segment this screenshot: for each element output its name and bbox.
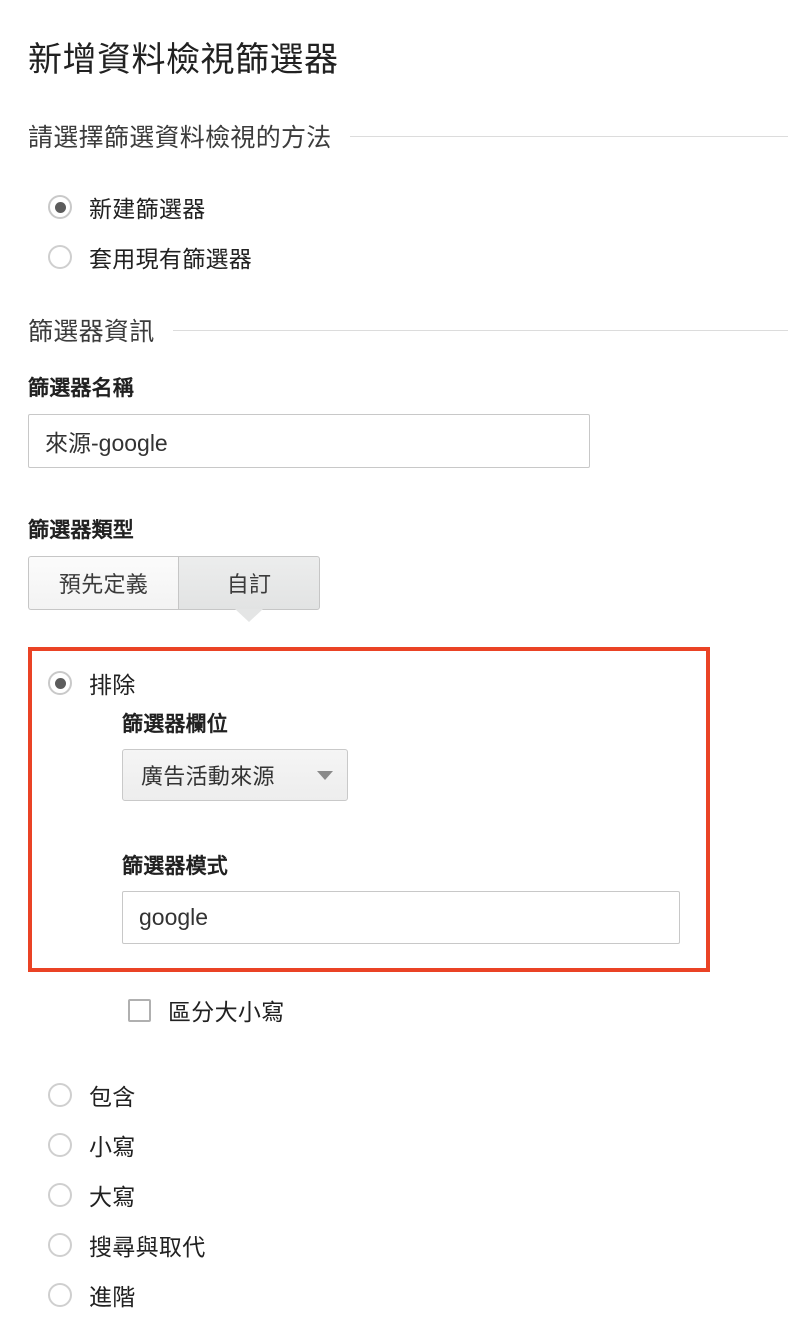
tab-custom-label: 自訂 <box>226 572 272 597</box>
filter-type-label: 篩選器類型 <box>28 519 134 542</box>
radio-option-search-and-replace[interactable]: 搜尋與取代 <box>48 1228 206 1262</box>
radio-icon-unselected[interactable] <box>48 245 72 269</box>
radio-icon-unselected[interactable] <box>48 1183 72 1207</box>
radio-option-lowercase-label: 小寫 <box>89 1134 136 1160</box>
add-view-filter-page: 新增資料檢視篩選器 請選擇篩選資料檢視的方法 新建篩選器 套用現有篩選器 篩選器… <box>0 0 788 1324</box>
case-sensitive-checkbox-row[interactable]: 區分大小寫 <box>128 993 285 1027</box>
radio-option-exclude-label: 排除 <box>89 672 136 698</box>
filter-name-input[interactable] <box>28 414 590 468</box>
filter-field-label: 篩選器欄位 <box>122 713 228 736</box>
radio-option-uppercase[interactable]: 大寫 <box>48 1178 136 1212</box>
section-header-method: 請選擇篩選資料檢視的方法 <box>28 118 788 154</box>
radio-option-lowercase[interactable]: 小寫 <box>48 1128 136 1162</box>
tab-custom[interactable]: 自訂 <box>178 556 320 622</box>
section-header-method-label: 請選擇篩選資料檢視的方法 <box>28 124 332 152</box>
tab-predefined[interactable]: 預先定義 <box>28 556 178 610</box>
radio-option-exclude[interactable]: 排除 <box>48 666 136 700</box>
radio-option-new-filter[interactable]: 新建篩選器 <box>48 190 206 224</box>
case-sensitive-label: 區分大小寫 <box>168 999 285 1025</box>
tab-predefined-label: 預先定義 <box>58 572 149 597</box>
radio-icon-unselected[interactable] <box>48 1083 72 1107</box>
radio-option-include[interactable]: 包含 <box>48 1078 136 1112</box>
radio-option-existing-filter[interactable]: 套用現有篩選器 <box>48 240 252 274</box>
filter-field-dropdown-value: 廣告活動來源 <box>141 764 275 789</box>
radio-icon-unselected[interactable] <box>48 1233 72 1257</box>
radio-option-advanced-label: 進階 <box>89 1284 136 1310</box>
checkbox-icon-unchecked[interactable] <box>128 998 151 1022</box>
radio-option-search-and-replace-label: 搜尋與取代 <box>89 1234 206 1260</box>
section-divider <box>349 135 788 137</box>
radio-option-existing-filter-label: 套用現有篩選器 <box>89 246 253 272</box>
radio-icon-unselected[interactable] <box>48 1133 72 1157</box>
radio-option-include-label: 包含 <box>89 1084 136 1110</box>
filter-field-dropdown[interactable]: 廣告活動來源 <box>122 749 348 801</box>
radio-option-new-filter-label: 新建篩選器 <box>89 196 206 222</box>
filter-pattern-label: 篩選器模式 <box>122 855 228 878</box>
radio-option-uppercase-label: 大寫 <box>89 1184 136 1210</box>
radio-icon-selected[interactable] <box>48 671 72 695</box>
chevron-down-icon <box>317 770 333 780</box>
radio-icon-selected[interactable] <box>48 195 72 219</box>
section-header-filter-info-label: 篩選器資訊 <box>28 318 155 346</box>
filter-pattern-input[interactable] <box>122 891 680 944</box>
section-header-filter-info: 篩選器資訊 <box>28 312 788 348</box>
tab-selected-pointer-icon <box>235 609 263 622</box>
radio-icon-unselected[interactable] <box>48 1283 72 1307</box>
section-divider <box>172 329 788 331</box>
page-title: 新增資料檢視篩選器 <box>28 41 339 79</box>
filter-type-tabs: 預先定義 自訂 <box>28 556 320 622</box>
radio-option-advanced[interactable]: 進階 <box>48 1278 136 1312</box>
filter-name-label: 篩選器名稱 <box>28 377 134 400</box>
